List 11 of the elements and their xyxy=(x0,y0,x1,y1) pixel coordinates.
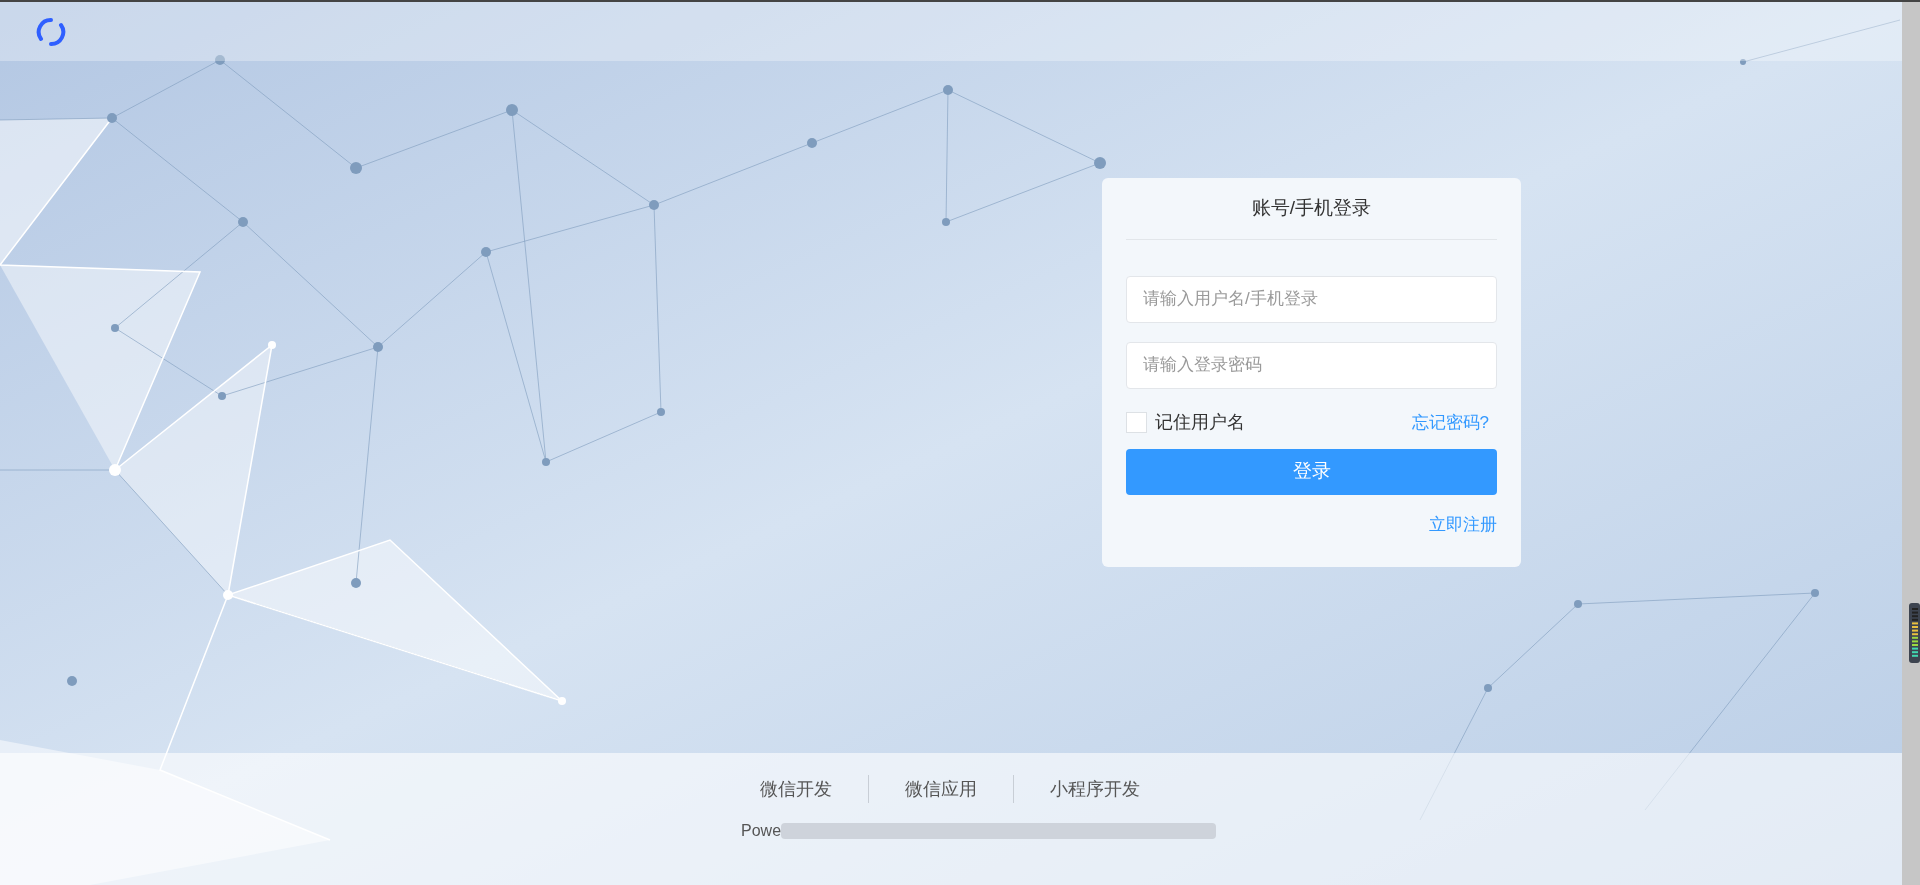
footer-link[interactable]: 微信应用 xyxy=(869,775,1013,803)
powered-by-text: Powe xyxy=(741,821,782,841)
level-meter-icon xyxy=(1909,603,1920,663)
card-title: 账号/手机登录 xyxy=(1126,178,1497,240)
remember-checkbox[interactable] xyxy=(1126,412,1147,433)
password-field[interactable]: 请输入登录密码 xyxy=(1126,341,1497,389)
username-field[interactable]: 请输入用户名/手机登录 xyxy=(1126,275,1497,323)
logo-icon xyxy=(36,16,66,47)
footer-link[interactable]: 微信开发 xyxy=(724,775,868,803)
remember-label: 记住用户名 xyxy=(1155,411,1245,434)
footer-link[interactable]: 小程序开发 xyxy=(1014,775,1176,803)
